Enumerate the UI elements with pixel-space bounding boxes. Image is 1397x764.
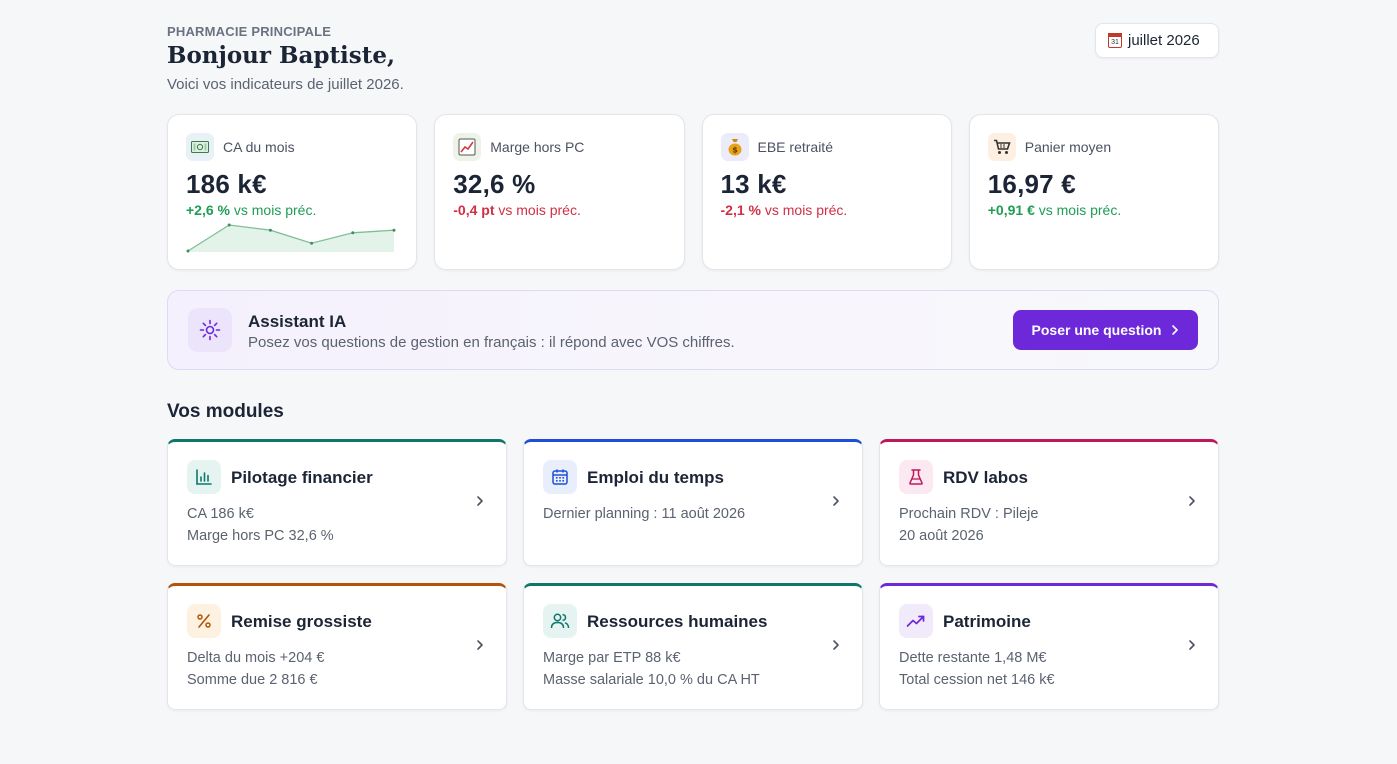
sparkline-point [227, 223, 231, 227]
calendar-icon-day: 31 [1111, 39, 1119, 46]
chart-icon [453, 133, 482, 161]
pharmacy-name: PHARMACIE PRINCIPALE [167, 24, 332, 39]
users-icon [543, 604, 577, 638]
module-detail: Marge hors PC 32,6 % [187, 528, 334, 544]
month-selector-button[interactable]: 31 juillet 2026 [1095, 23, 1219, 58]
module-card-pilotage-financier[interactable]: Pilotage financier CA 186 k€ Marge hors … [167, 439, 507, 566]
sparkline-area [188, 225, 394, 252]
module-title: RDV labos [943, 468, 1029, 487]
module-detail: Marge par ETP 88 k€ [543, 650, 681, 666]
ai-assistant-banner: Assistant IA Posez vos questions de gest… [167, 290, 1219, 370]
module-detail: 20 août 2026 [899, 528, 984, 544]
kpi-value: 32,6 % [453, 169, 536, 199]
chevron-right-icon [833, 640, 839, 650]
sparkline-point [186, 249, 190, 253]
kpi-label: EBE retraité [757, 139, 833, 155]
kpi-delta-suffix: vs mois préc. [233, 202, 317, 218]
chevron-right-icon [1189, 640, 1195, 650]
moneybag-icon: $ [720, 133, 749, 161]
svg-text:$: $ [732, 146, 738, 155]
module-detail: Total cession net 146 k€ [899, 672, 1055, 688]
page-subtitle: Voici vos indicateurs de juillet 2026. [167, 76, 404, 93]
kpi-value: 13 k€ [720, 169, 787, 199]
chevron-right-icon [1189, 496, 1195, 506]
module-detail: Delta du mois +204 € [187, 650, 325, 666]
module-title: Ressources humaines [587, 612, 768, 631]
kpi-row: CA du mois 186 k€ +2,6 % vs mois préc. M… [167, 114, 1219, 270]
ask-question-label: Poser une question [1031, 322, 1162, 338]
kpi-delta-value: -0,4 pt [453, 202, 495, 218]
module-detail: Dernier planning : 11 août 2026 [543, 506, 746, 522]
calendar-icon [543, 460, 577, 494]
module-title: Pilotage financier [231, 468, 373, 487]
module-title: Remise grossiste [231, 612, 372, 631]
sparkline-chart [186, 223, 396, 253]
kpi-label: CA du mois [223, 139, 295, 155]
module-detail: Masse salariale 10,0 % du CA HT [543, 672, 760, 688]
kpi-delta-suffix: vs mois préc. [1038, 202, 1122, 218]
module-card-patrimoine[interactable]: Patrimoine Dette restante 1,48 M€ Total … [879, 583, 1219, 710]
sparkline-point [268, 228, 272, 232]
kpi-delta-value: +2,6 % [186, 202, 230, 218]
module-detail: Somme due 2 816 € [187, 672, 318, 688]
module-title: Patrimoine [943, 612, 1031, 631]
kpi-delta-value: +0,91 € [987, 202, 1035, 218]
chevron-right-icon [1172, 325, 1179, 335]
ai-assistant-description: Posez vos questions de gestion en frança… [248, 334, 735, 351]
cart-icon [987, 133, 1016, 161]
module-detail: CA 186 k€ [187, 506, 254, 522]
kpi-delta-suffix: vs mois préc. [498, 202, 581, 218]
kpi-label: Panier moyen [1024, 139, 1112, 155]
module-card-emploi-du-temps[interactable]: Emploi du temps Dernier planning : 11 ao… [523, 439, 863, 566]
calendar-icon: 31 [1108, 33, 1122, 48]
modules-heading: Vos modules [167, 401, 284, 422]
percent-icon [187, 604, 221, 638]
ai-assistant-title: Assistant IA [248, 312, 347, 331]
module-detail: Dette restante 1,48 M€ [899, 650, 1047, 666]
kpi-card-panier[interactable]: Panier moyen 16,97 € +0,91 € vs mois pré… [968, 114, 1219, 270]
sparkline-point [310, 241, 314, 245]
chevron-right-icon [477, 640, 483, 650]
kpi-card-marge[interactable]: Marge hors PC 32,6 % -0,4 pt vs mois pré… [434, 114, 685, 270]
kpi-value: 186 k€ [186, 169, 267, 199]
ask-question-button[interactable]: Poser une question [1013, 310, 1198, 350]
kpi-delta: -0,4 pt vs mois préc. [453, 202, 665, 218]
kpi-delta: -2,1 % vs mois préc. [721, 202, 933, 218]
modules-grid: Pilotage financier CA 186 k€ Marge hors … [167, 439, 1219, 710]
module-card-rdv-labos[interactable]: RDV labos Prochain RDV : Pileje 20 août … [879, 439, 1219, 566]
money-icon [186, 133, 214, 161]
sparkline-point [351, 231, 355, 235]
trending-up-icon [899, 604, 933, 638]
chevron-right-icon [477, 496, 483, 506]
flask-icon [899, 460, 933, 494]
kpi-delta: +2,6 % vs mois préc. [186, 202, 398, 218]
page-title: Bonjour Baptiste, [167, 42, 396, 69]
kpi-delta: +0,91 € vs mois préc. [988, 202, 1200, 218]
module-card-ressources-humaines[interactable]: Ressources humaines Marge par ETP 88 k€ … [523, 583, 863, 710]
module-detail: Prochain RDV : Pileje [899, 506, 1039, 522]
kpi-value: 16,97 € [987, 169, 1076, 199]
month-selector-label: juillet 2026 [1128, 32, 1200, 49]
sparkline-point [392, 228, 396, 232]
module-title: Emploi du temps [587, 468, 724, 487]
bar-chart-icon [187, 460, 221, 494]
chevron-right-icon [833, 496, 839, 506]
sparkle-icon [188, 308, 232, 352]
kpi-delta-value: -2,1 % [720, 202, 761, 218]
kpi-delta-suffix: vs mois préc. [764, 202, 848, 218]
kpi-card-ca[interactable]: CA du mois 186 k€ +2,6 % vs mois préc. [167, 114, 418, 270]
kpi-label: Marge hors PC [490, 139, 585, 155]
kpi-card-ebe[interactable]: $ EBE retraité 13 k€ -2,1 % vs mois préc… [701, 114, 952, 270]
module-card-remise-grossiste[interactable]: Remise grossiste Delta du mois +204 € So… [167, 583, 507, 710]
